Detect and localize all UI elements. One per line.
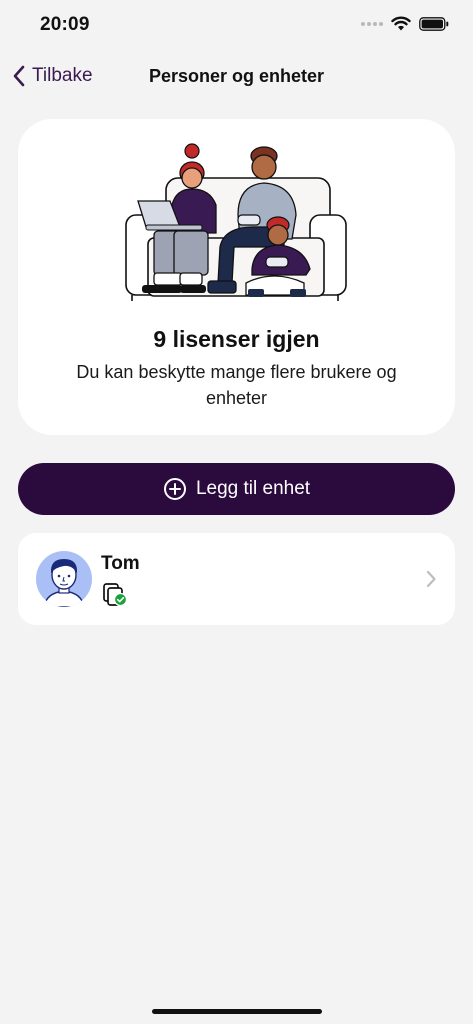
page-title: Personer og enheter <box>148 66 325 86</box>
navigation-bar: Tilbake Personer og enheter <box>0 52 473 100</box>
person-avatar <box>36 551 92 607</box>
add-device-label: Legg til enhet <box>195 478 311 499</box>
person-row-tom[interactable]: Tom <box>18 533 455 625</box>
chevron-right-icon <box>426 570 436 588</box>
device-protected-icon <box>103 583 128 607</box>
licenses-remaining-subtitle: Du kan beskytte mange flere brukere og e… <box>76 362 397 408</box>
status-bar: 20:09 <box>0 0 473 50</box>
license-summary-card: 9 lisenser igjen Du kan beskytte mange f… <box>18 119 455 435</box>
family-on-couch-illustration <box>125 143 347 301</box>
person-avatar-illustration <box>43 559 85 607</box>
licenses-remaining-title: 9 lisenser igjen <box>153 326 320 352</box>
cellular-signal-icon <box>361 21 383 26</box>
home-indicator[interactable] <box>152 1009 322 1014</box>
status-time: 20:09 <box>40 14 90 35</box>
wifi-icon <box>391 16 411 31</box>
battery-icon <box>419 16 449 31</box>
add-device-button[interactable]: Legg til enhet <box>18 463 455 515</box>
status-icons <box>361 16 449 31</box>
plus-circle-icon <box>163 478 186 500</box>
person-name: Tom <box>101 553 140 574</box>
